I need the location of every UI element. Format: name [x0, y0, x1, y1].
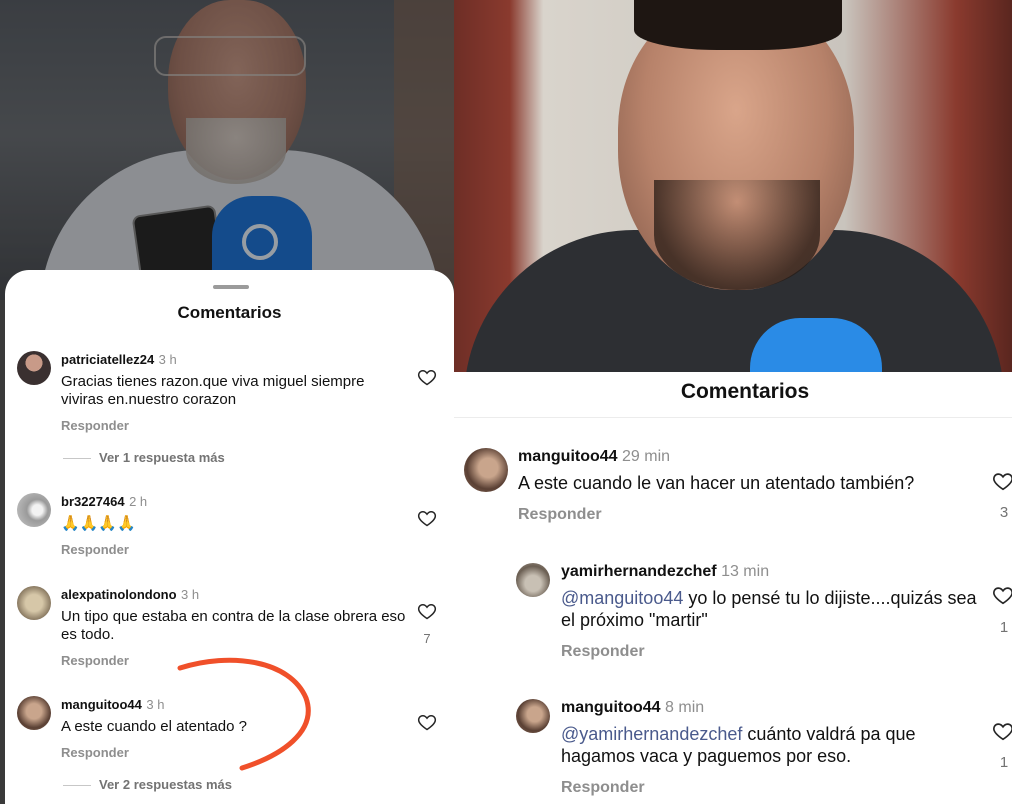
- timestamp: 2 h: [129, 494, 148, 509]
- reply-button[interactable]: Responder: [61, 542, 401, 557]
- comment-item: yamirhernandezchef 13 min @manguitoo44 y…: [561, 563, 986, 661]
- comment-text: Un tipo que estaba en contra de la clase…: [61, 608, 406, 643]
- heart-icon[interactable]: [417, 508, 437, 528]
- avatar[interactable]: [516, 699, 550, 733]
- like-count: 3: [999, 504, 1009, 521]
- timestamp: 3 h: [181, 587, 200, 602]
- comment-item: br3227464 2 h 🙏🙏🙏🙏 Responder: [61, 493, 401, 557]
- heart-icon[interactable]: [992, 720, 1012, 742]
- comments-sheet: Comentarios patriciatellez24 3 h Gracias…: [5, 270, 454, 804]
- avatar[interactable]: [17, 696, 51, 730]
- comment-item: manguitoo44 8 min @yamirhernandezchef cu…: [561, 699, 986, 797]
- left-screenshot: Comentarios patriciatellez24 3 h Gracias…: [0, 0, 454, 804]
- timestamp: 3 h: [158, 352, 177, 367]
- username[interactable]: yamirhernandezchef: [561, 563, 717, 580]
- comments-sheet: Comentarios manguitoo44 29 min A este cu…: [454, 372, 1012, 804]
- view-replies-link[interactable]: Ver 1 respuesta más: [63, 450, 225, 465]
- heart-icon[interactable]: [417, 712, 437, 732]
- reply-button[interactable]: Responder: [61, 745, 401, 760]
- heart-icon[interactable]: [417, 601, 437, 621]
- drag-handle[interactable]: [213, 285, 249, 289]
- comment-text: @yamirhernandezchef cuánto valdrá pa que…: [561, 724, 916, 766]
- username[interactable]: patriciatellez24: [61, 352, 154, 367]
- avatar[interactable]: [17, 351, 51, 385]
- comment-text: 🙏🙏🙏🙏: [61, 515, 136, 532]
- avatar[interactable]: [464, 448, 508, 492]
- username[interactable]: alexpatinolondono: [61, 587, 177, 602]
- heart-icon[interactable]: [992, 470, 1012, 492]
- sheet-title: Comentarios: [177, 303, 282, 322]
- video-background: [0, 0, 454, 320]
- comment-text: A este cuando le van hacer un atentado t…: [518, 473, 915, 493]
- view-replies-link[interactable]: Ver 2 respuestas más: [63, 777, 232, 792]
- like-count: 1: [999, 619, 1009, 636]
- reply-button[interactable]: Responder: [61, 653, 406, 668]
- timestamp: 29 min: [622, 448, 671, 465]
- timestamp: 13 min: [721, 563, 770, 580]
- comment-item: manguitoo44 3 h A este cuando el atentad…: [61, 696, 401, 760]
- avatar[interactable]: [516, 563, 550, 597]
- username[interactable]: manguitoo44: [61, 697, 142, 712]
- comment-item: patriciatellez24 3 h Gracias tienes razo…: [61, 351, 401, 433]
- right-screenshot: Comentarios manguitoo44 29 min A este cu…: [454, 0, 1012, 804]
- username[interactable]: manguitoo44: [518, 448, 618, 465]
- comment-text: Gracias tienes razon.que viva miguel sie…: [61, 373, 365, 408]
- mention-link[interactable]: @yamirhernandezchef: [561, 724, 742, 744]
- sheet-title: Comentarios: [680, 380, 810, 403]
- like-count: 7: [423, 631, 431, 646]
- like-count: 1: [999, 754, 1009, 771]
- comment-item: alexpatinolondono 3 h Un tipo que estaba…: [61, 586, 406, 668]
- avatar[interactable]: [17, 586, 51, 620]
- reply-button[interactable]: Responder: [561, 643, 986, 661]
- comment-item: manguitoo44 29 min A este cuando le van …: [518, 448, 988, 524]
- heart-icon[interactable]: [992, 584, 1012, 606]
- timestamp: 8 min: [665, 699, 705, 716]
- divider: [454, 417, 1012, 418]
- heart-icon[interactable]: [417, 367, 437, 387]
- mention-link[interactable]: @manguitoo44: [561, 588, 683, 608]
- comment-text: @manguitoo44 yo lo pensé tu lo dijiste..…: [561, 588, 977, 630]
- username[interactable]: br3227464: [61, 494, 125, 509]
- timestamp: 3 h: [146, 697, 165, 712]
- reply-button[interactable]: Responder: [518, 506, 988, 524]
- video-background: [454, 0, 1012, 400]
- comment-text: A este cuando el atentado ?: [61, 718, 247, 735]
- reply-button[interactable]: Responder: [61, 418, 401, 433]
- avatar[interactable]: [17, 493, 51, 527]
- reply-button[interactable]: Responder: [561, 779, 986, 797]
- username[interactable]: manguitoo44: [561, 699, 661, 716]
